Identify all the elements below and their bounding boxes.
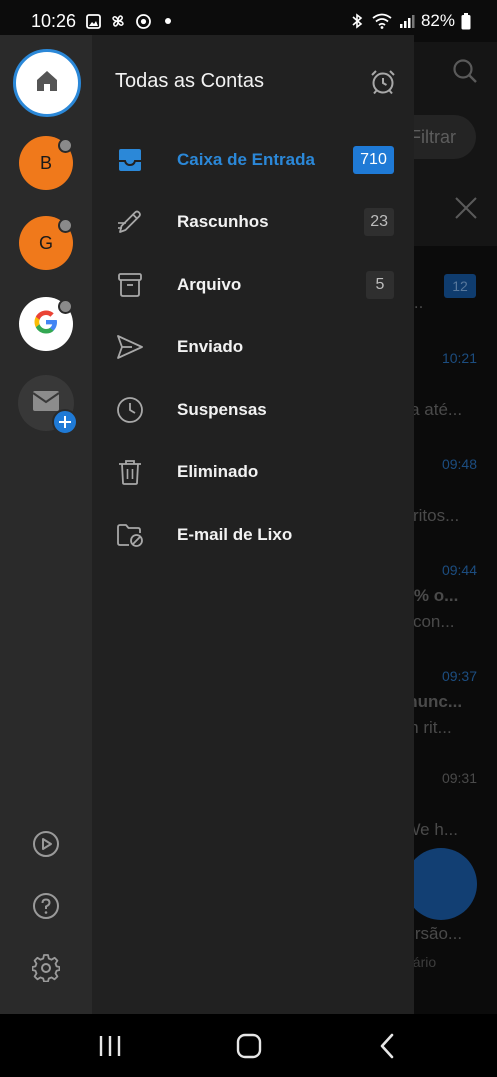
folder-label: Enviado <box>177 337 244 356</box>
alarm-clock-icon[interactable] <box>369 68 397 96</box>
account-initial: B <box>39 152 52 173</box>
google-icon <box>32 308 60 341</box>
settings-gear-icon[interactable] <box>31 954 61 983</box>
image-icon <box>85 13 101 29</box>
trash-icon <box>116 458 144 486</box>
home-icon <box>33 67 61 100</box>
back-icon[interactable] <box>374 1032 402 1060</box>
pinwheel-icon <box>110 13 126 29</box>
dot-icon <box>160 13 176 29</box>
folder-label: Rascunhos <box>177 212 269 231</box>
folder-label: Caixa de Entrada <box>177 150 315 169</box>
play-icon[interactable] <box>32 830 60 858</box>
add-account-button[interactable] <box>18 375 78 435</box>
account-initial: G <box>38 232 53 253</box>
plus-icon <box>52 409 78 435</box>
compose-button[interactable] <box>405 848 477 920</box>
search-icon[interactable] <box>452 58 478 84</box>
folder-deleted[interactable]: Eliminado <box>92 441 414 503</box>
bluetooth-icon <box>349 13 365 29</box>
recent-apps-icon[interactable] <box>96 1032 124 1060</box>
list-item-time: 09:37 <box>441 668 477 684</box>
folder-drafts[interactable]: Rascunhos 23 <box>92 191 414 253</box>
archive-icon <box>116 271 144 299</box>
pencil-icon <box>116 208 144 236</box>
folder-label: E-mail de Lixo <box>177 525 293 544</box>
close-icon[interactable] <box>453 195 479 221</box>
all-accounts-button[interactable] <box>13 49 81 117</box>
list-item-time: 09:44 <box>441 562 477 578</box>
folder-inbox[interactable]: Caixa de Entrada 710 <box>92 129 414 191</box>
folder-label: Suspensas <box>177 400 267 419</box>
status-time: 10:26 <box>31 10 77 31</box>
navigation-drawer: B G Todas as Contas Caixa de Entrada 710… <box>0 35 414 1015</box>
drawer-title: Todas as Contas <box>115 70 264 92</box>
list-item-time: 09:31 <box>441 770 477 786</box>
wifi-icon <box>371 13 393 29</box>
system-navigation-bar <box>0 1014 497 1077</box>
account-rail: B G <box>0 35 92 1015</box>
folder-count-badge: 23 <box>364 208 394 236</box>
folder-archive[interactable]: Arquivo 5 <box>92 254 414 316</box>
signal-icon <box>399 13 415 29</box>
junk-folder-icon <box>116 521 144 549</box>
clock-icon <box>116 396 144 424</box>
home-button-icon[interactable] <box>235 1032 263 1060</box>
inbox-icon <box>116 146 144 174</box>
send-icon <box>116 333 144 361</box>
folder-junk[interactable]: E-mail de Lixo <box>92 504 414 566</box>
folder-label: Arquivo <box>177 275 242 294</box>
folder-label: Eliminado <box>177 462 259 481</box>
folder-snoozed[interactable]: Suspensas <box>92 379 414 441</box>
folder-count-badge: 5 <box>366 271 394 299</box>
account-status-dot <box>58 299 73 314</box>
list-item-time: 09:48 <box>441 456 477 472</box>
folder-count-badge: 710 <box>353 146 394 174</box>
google-account-button[interactable] <box>19 297 73 351</box>
battery-percent: 82% <box>420 11 455 30</box>
list-item-time: 10:21 <box>441 350 477 366</box>
chrome-icon <box>135 13 151 29</box>
account-avatar-g[interactable]: G <box>19 216 73 270</box>
help-icon[interactable] <box>32 892 60 920</box>
account-status-dot <box>58 218 73 233</box>
account-avatar-b[interactable]: B <box>19 136 73 190</box>
account-status-dot <box>58 138 73 153</box>
battery-icon <box>461 12 471 29</box>
folder-sent[interactable]: Enviado <box>92 316 414 378</box>
